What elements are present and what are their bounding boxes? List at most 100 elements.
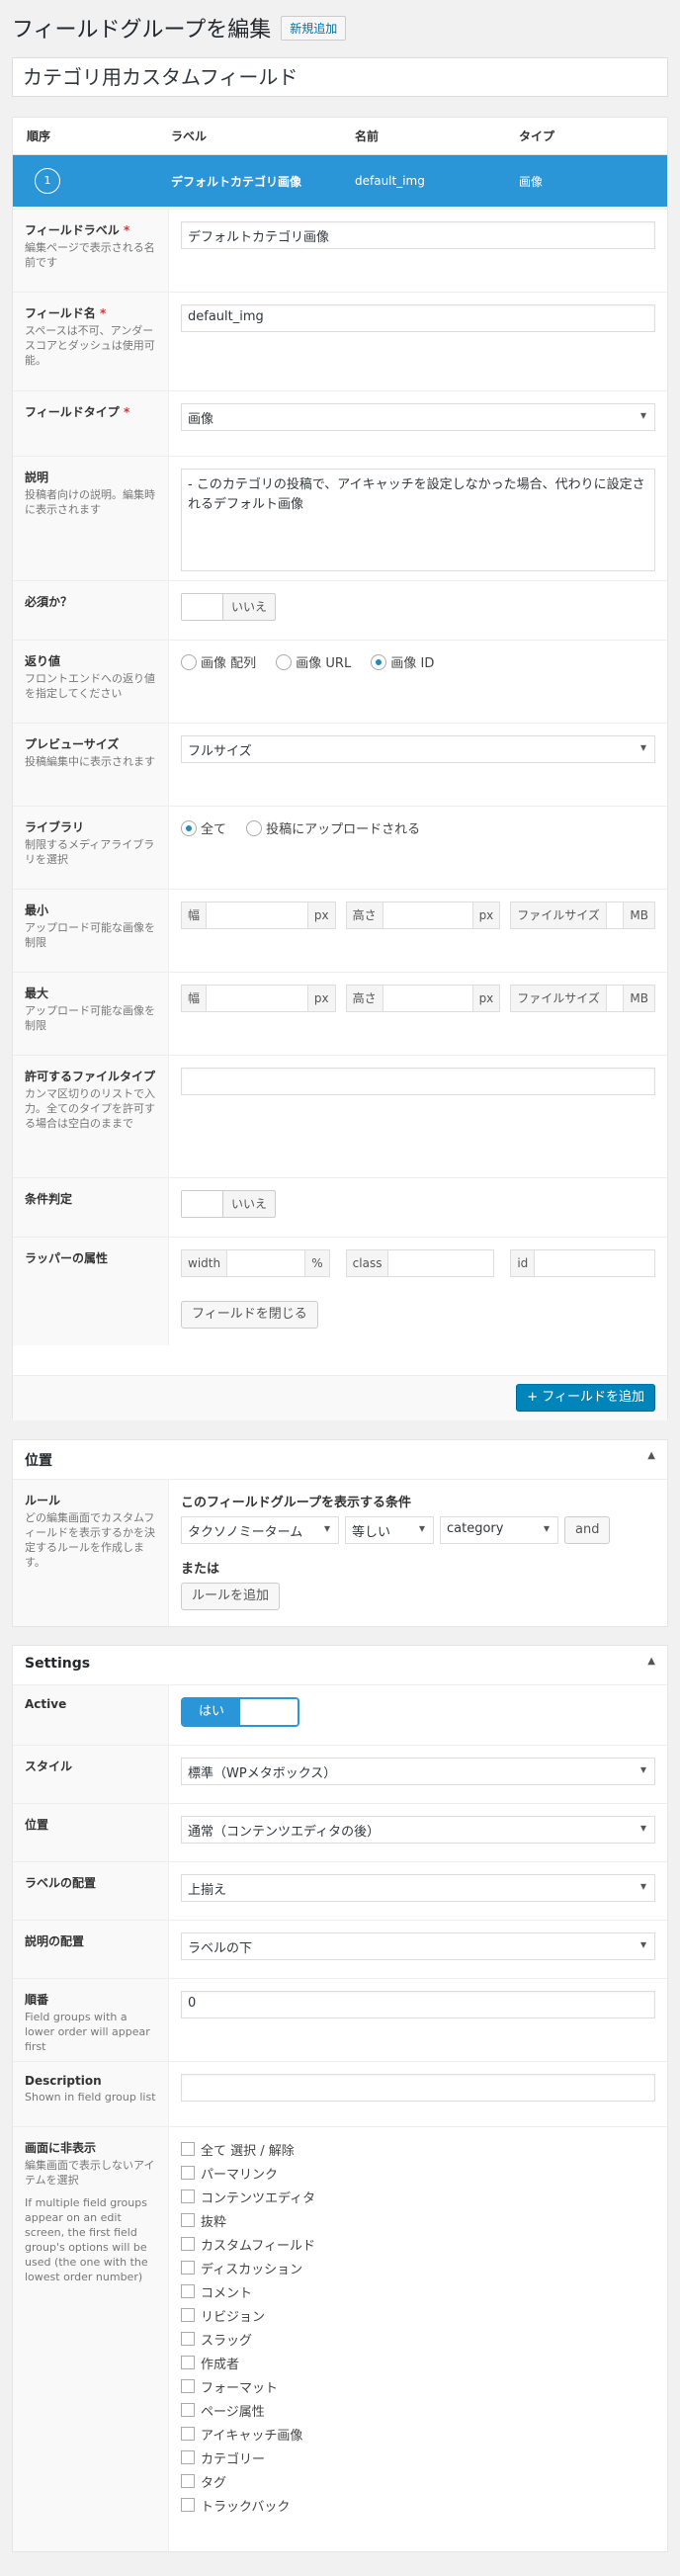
instruction-placement-select[interactable]: ラベルの下 — [181, 1932, 655, 1960]
and-button[interactable]: and — [564, 1516, 611, 1544]
hide-item-page-attributes[interactable]: ページ属性 — [181, 2398, 655, 2422]
rule-row: タクソノミーターム 等しい category and — [181, 1516, 655, 1544]
triangle-up-icon[interactable]: ▲ — [647, 1450, 655, 1461]
field-type-select[interactable]: 画像 — [181, 403, 655, 431]
return-radio-id[interactable]: 画像 ID — [371, 652, 434, 671]
library-radio-all[interactable]: 全て — [181, 818, 226, 837]
max-filesize-field[interactable]: ファイルサイズ MB — [510, 985, 655, 1012]
hide-item-featured-image[interactable]: アイキャッチ画像 — [181, 2422, 655, 2446]
required-toggle-label: いいえ — [231, 600, 268, 614]
return-radio-array[interactable]: 画像 配列 — [181, 652, 256, 671]
return-title: 返り値 — [25, 654, 61, 668]
rule-param-select[interactable]: タクソノミーターム — [181, 1516, 339, 1544]
instructions-textarea[interactable]: - このカテゴリの投稿で、アイキャッチを設定しなかった場合、代わりに設定されるデ… — [181, 469, 655, 571]
hide-item-content-editor[interactable]: コンテンツエディタ — [181, 2185, 655, 2208]
field-label-title: フィールドラベル — [25, 223, 120, 237]
setting-wrapper: ラッパーの属性 width% class id フィールドを閉じる — [13, 1237, 667, 1345]
wrapper-width-field[interactable]: width% — [181, 1249, 330, 1277]
checkbox-icon — [181, 2498, 195, 2512]
hide-item-tags[interactable]: タグ — [181, 2469, 655, 2493]
hide-item-excerpt[interactable]: 抜粋 — [181, 2208, 655, 2232]
field-row-name: default_img — [355, 174, 425, 188]
active-switch[interactable]: はい — [181, 1697, 299, 1727]
field-label-input[interactable]: デフォルトカテゴリ画像 — [181, 221, 655, 249]
field-row[interactable]: 1 デフォルトカテゴリ画像 default_img 画像 — [13, 155, 667, 207]
hide-item-format[interactable]: フォーマット — [181, 2374, 655, 2398]
hide-item-author[interactable]: 作成者 — [181, 2351, 655, 2374]
description-input[interactable] — [181, 2074, 655, 2102]
label-placement-select[interactable]: 上揃え — [181, 1874, 655, 1902]
required-toggle[interactable]: いいえ — [181, 593, 277, 621]
checkbox-icon — [181, 2190, 195, 2203]
checkbox-icon — [181, 2237, 195, 2251]
min-height-field[interactable]: 高さ px — [345, 902, 501, 929]
setting-conditional: 条件判定 いいえ — [13, 1177, 667, 1237]
hide-item-slug[interactable]: スラッグ — [181, 2327, 655, 2351]
checkbox-icon — [181, 2474, 195, 2488]
settings-header[interactable]: Settings ▲ — [13, 1646, 667, 1685]
setting-max: 最大 アップロード可能な画像を制限 幅 px 高さ px ファイルサイズ MB — [13, 972, 667, 1055]
setting-library: ライブラリ 制限するメディアライブラリを選択 全て 投稿にアップロードされる — [13, 806, 667, 889]
page-header: フィールドグループを編集 新規追加 — [12, 12, 347, 43]
conditional-toggle[interactable]: いいえ — [181, 1190, 277, 1218]
order-title: 順番 — [25, 1993, 49, 2007]
checkbox-icon — [181, 2284, 195, 2298]
preview-size-select[interactable]: フルサイズ — [181, 735, 655, 763]
description-title: Description — [25, 2074, 102, 2088]
group-title-input[interactable]: カテゴリ用カスタムフィールド — [12, 57, 668, 97]
setting-field-type: フィールドタイプ * 画像 — [13, 390, 667, 456]
add-rule-button[interactable]: ルールを追加 — [181, 1583, 281, 1610]
add-field-button[interactable]: + フィールドを追加 — [516, 1384, 655, 1412]
field-row-label[interactable]: デフォルトカテゴリ画像 — [171, 173, 355, 190]
active-switch-on: はい — [183, 1699, 240, 1725]
fields-table-header: 順序 ラベル 名前 タイプ — [13, 118, 667, 155]
add-new-button[interactable]: 新規追加 — [281, 15, 347, 41]
position-select[interactable]: 通常（コンテンツエディタの後） — [181, 1816, 655, 1844]
max-desc: アップロード可能な画像を制限 — [25, 1004, 155, 1032]
hide-item-comments[interactable]: コメント — [181, 2279, 655, 2303]
library-radio-uploaded[interactable]: 投稿にアップロードされる — [246, 818, 420, 837]
checkbox-icon — [181, 2356, 195, 2369]
max-height-field[interactable]: 高さ px — [345, 985, 501, 1012]
mime-types-input[interactable] — [181, 1068, 655, 1095]
min-filesize-field[interactable]: ファイルサイズ MB — [510, 902, 655, 929]
fields-footer: + フィールドを追加 — [13, 1375, 667, 1420]
col-order: 順序 — [27, 129, 51, 143]
setting-instructions: 説明 投稿者向けの説明。編集時に表示されます - このカテゴリの投稿で、アイキャ… — [13, 456, 667, 580]
location-box: 位置 ▲ ルール どの編集画面でカスタムフィールドを表示するかを決定するルールを… — [12, 1439, 668, 1627]
hide-item-permalink[interactable]: パーマリンク — [181, 2161, 655, 2185]
rule-value-select[interactable]: category — [440, 1516, 558, 1544]
field-row-type: 画像 — [519, 174, 544, 189]
setting-description: Description Shown in field group list — [13, 2061, 667, 2126]
hide-item-revisions[interactable]: リビジョン — [181, 2303, 655, 2327]
wrapper-id-field[interactable]: id — [510, 1249, 655, 1277]
return-radio-url[interactable]: 画像 URL — [276, 652, 351, 671]
order-input[interactable]: 0 — [181, 1991, 655, 2018]
hide-item-custom-fields[interactable]: カスタムフィールド — [181, 2232, 655, 2256]
wrapper-class-field[interactable]: class — [345, 1249, 495, 1277]
triangle-up-icon[interactable]: ▲ — [647, 1656, 655, 1667]
setting-style: スタイル 標準（WPメタボックス） — [13, 1745, 667, 1803]
hide-item-trackbacks[interactable]: トラックバック — [181, 2493, 655, 2517]
order-desc: Field groups with a lower order will app… — [25, 2011, 150, 2053]
field-name-input[interactable]: default_img — [181, 304, 655, 332]
hide-item-discussion[interactable]: ディスカッション — [181, 2256, 655, 2279]
rule-operator-select[interactable]: 等しい — [345, 1516, 434, 1544]
hide-item-toggle-all[interactable]: 全て 選択 / 解除 — [181, 2137, 655, 2161]
style-select[interactable]: 標準（WPメタボックス） — [181, 1758, 655, 1785]
instruction-placement-title: 説明の配置 — [25, 1934, 85, 1948]
location-header[interactable]: 位置 ▲ — [13, 1440, 667, 1480]
hide-item-categories[interactable]: カテゴリー — [181, 2446, 655, 2469]
required-mark: * — [123, 223, 130, 237]
settings-box: Settings ▲ Active はい スタイル 標準（WPメタボックス） 位… — [12, 1645, 668, 2552]
max-width-field[interactable]: 幅 px — [181, 985, 336, 1012]
preview-title: プレビューサイズ — [25, 737, 120, 751]
close-field-button[interactable]: フィールドを閉じる — [181, 1301, 318, 1329]
field-label-desc: 編集ページで表示される名前です — [25, 241, 155, 269]
checkbox-icon — [181, 2450, 195, 2464]
checkbox-icon — [181, 2166, 195, 2180]
location-heading: 位置 — [25, 1453, 52, 1469]
radio-checked-icon — [371, 653, 387, 670]
checkbox-icon — [181, 2427, 195, 2441]
min-width-field[interactable]: 幅 px — [181, 902, 336, 929]
